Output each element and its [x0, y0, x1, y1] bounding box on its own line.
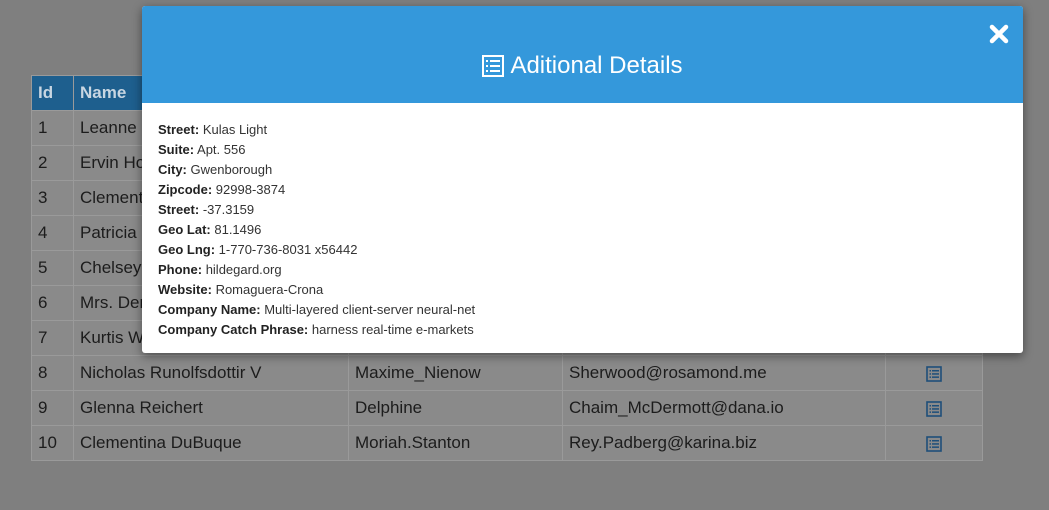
detail-label: Street:	[158, 202, 200, 217]
detail-value: Gwenborough	[190, 162, 273, 177]
list-icon	[482, 54, 505, 77]
detail-row: Geo Lat: 81.1496	[158, 220, 1007, 240]
detail-label: Zipcode:	[158, 182, 213, 197]
details-list: Street: Kulas Light Suite: Apt. 556 City: …	[158, 120, 1007, 340]
cell-id: 1	[31, 110, 74, 146]
cell-name: Clementina DuBuque	[73, 425, 349, 461]
detail-label: City:	[158, 162, 187, 177]
details-modal: Aditional Details Street: Kulas Light Sui…	[142, 6, 1023, 353]
detail-row: Company Name: Multi-layered client-serve…	[158, 300, 1007, 320]
detail-label: Geo Lng:	[158, 242, 216, 257]
cell-id: 10	[31, 425, 74, 461]
modal-title: Aditional Details	[482, 51, 683, 80]
detail-row: Geo Lng: 1-770-736-8031 x56442	[158, 240, 1007, 260]
detail-row: Website: Romaguera-Crona	[158, 280, 1007, 300]
detail-row: Suite: Apt. 556	[158, 140, 1007, 160]
detail-label: Company Name:	[158, 302, 261, 317]
detail-value: 92998-3874	[215, 182, 286, 197]
detail-label: Website:	[158, 282, 212, 297]
close-icon	[989, 24, 1009, 44]
detail-label: Company Catch Phrase:	[158, 322, 309, 337]
detail-value: harness real-time e-markets	[311, 322, 474, 337]
cell-email: Sherwood@rosamond.me	[562, 355, 886, 391]
detail-row: City: Gwenborough	[158, 160, 1007, 180]
cell-email: Chaim_McDermott@dana.io	[562, 390, 886, 426]
list-icon[interactable]	[926, 400, 942, 417]
cell-username: Maxime_Nienow	[348, 355, 563, 391]
detail-row: Phone: hildegard.org	[158, 260, 1007, 280]
cell-details	[885, 355, 983, 391]
modal-body: Street: Kulas Light Suite: Apt. 556 City: …	[142, 103, 1023, 340]
detail-row: Street: -37.3159	[158, 200, 1007, 220]
cell-name: Nicholas Runolfsdottir V	[73, 355, 349, 391]
detail-value: Kulas Light	[202, 122, 268, 137]
cell-id: 8	[31, 355, 74, 391]
cell-username: Moriah.Stanton	[348, 425, 563, 461]
modal-title-text: Aditional Details	[510, 51, 683, 79]
list-icon[interactable]	[926, 435, 942, 452]
detail-value: hildegard.org	[205, 262, 282, 277]
cell-details	[885, 425, 983, 461]
cell-id: 6	[31, 285, 74, 321]
detail-value: Apt. 556	[197, 142, 246, 157]
detail-value: Romaguera-Crona	[215, 282, 324, 297]
cell-id: 9	[31, 390, 74, 426]
detail-value: -37.3159	[202, 202, 255, 217]
detail-value: 1-770-736-8031 x56442	[218, 242, 358, 257]
cell-id: 7	[31, 320, 74, 356]
detail-label: Phone:	[158, 262, 203, 277]
cell-id: 3	[31, 180, 74, 216]
detail-row: Street: Kulas Light	[158, 120, 1007, 140]
column-header-id: Id	[31, 75, 74, 111]
detail-label: Geo Lat:	[158, 222, 211, 237]
modal-header: Aditional Details	[142, 6, 1023, 103]
cell-username: Delphine	[348, 390, 563, 426]
table-row: 8 Nicholas Runolfsdottir V Maxime_Nienow Sh…	[31, 355, 983, 391]
close-button[interactable]	[989, 24, 1009, 44]
cell-id: 4	[31, 215, 74, 251]
cell-name: Glenna Reichert	[73, 390, 349, 426]
table-row: 9 Glenna Reichert Delphine Chaim_McDermott@…	[31, 390, 983, 426]
cell-email: Rey.Padberg@karina.biz	[562, 425, 886, 461]
detail-label: Street:	[158, 122, 200, 137]
detail-row: Company Catch Phrase: harness real-time …	[158, 320, 1007, 340]
cell-id: 5	[31, 250, 74, 286]
detail-value: Multi-layered client-server neural-net	[264, 302, 476, 317]
detail-row: Zipcode: 92998-3874	[158, 180, 1007, 200]
cell-id: 2	[31, 145, 74, 181]
detail-value: 81.1496	[214, 222, 262, 237]
cell-details	[885, 390, 983, 426]
detail-label: Suite:	[158, 142, 195, 157]
table-row: 10 Clementina DuBuque Moriah.Stanton Rey.Pa…	[31, 425, 983, 461]
list-icon[interactable]	[926, 365, 942, 382]
